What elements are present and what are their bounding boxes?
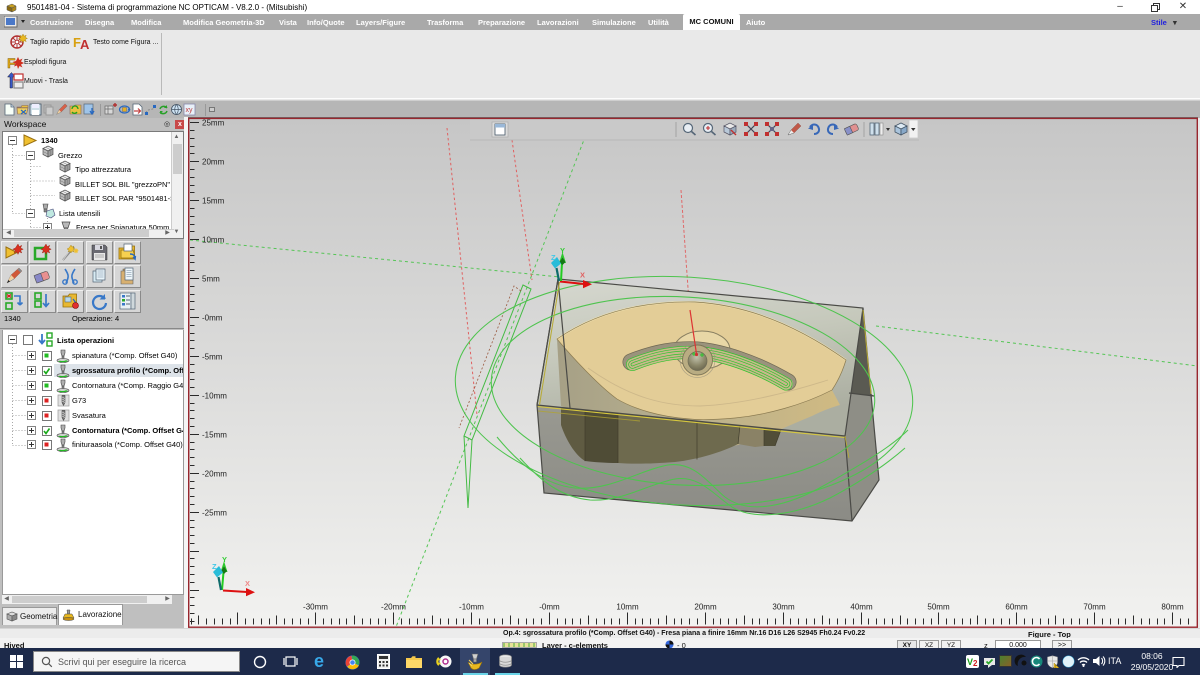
svg-text:Y: Y (560, 246, 565, 255)
svg-text:20mm: 20mm (694, 602, 717, 611)
svg-text:xy: xy (186, 107, 194, 114)
svg-text:X: X (245, 579, 250, 588)
svg-text:-20mm: -20mm (381, 602, 406, 611)
svg-text:30mm: 30mm (772, 602, 795, 611)
svg-text:A: A (80, 37, 90, 50)
svg-text:60mm: 60mm (1005, 602, 1028, 611)
svg-text:25mm: 25mm (202, 118, 225, 127)
svg-text:10mm: 10mm (616, 602, 639, 611)
svg-text:15mm: 15mm (202, 196, 225, 205)
svg-text:!: ! (1055, 664, 1056, 668)
svg-text:10mm: 10mm (202, 235, 225, 244)
svg-text:Z: Z (551, 253, 556, 262)
svg-text:-10mm: -10mm (202, 391, 227, 400)
svg-text:-0mm: -0mm (202, 313, 223, 322)
svg-text:-30mm: -30mm (303, 602, 328, 611)
svg-text:20mm: 20mm (202, 157, 225, 166)
svg-text:-15mm: -15mm (202, 430, 227, 439)
svg-text:80mm: 80mm (1161, 602, 1184, 611)
svg-text:-10mm: -10mm (459, 602, 484, 611)
svg-text:-5mm: -5mm (202, 352, 223, 361)
svg-text:70mm: 70mm (1083, 602, 1106, 611)
svg-text:-20mm: -20mm (202, 469, 227, 478)
svg-text:2: 2 (973, 659, 978, 668)
svg-text:Y: Y (222, 555, 227, 564)
svg-text:50mm: 50mm (927, 602, 950, 611)
svg-text:5mm: 5mm (202, 274, 220, 283)
svg-text:-25mm: -25mm (202, 508, 227, 517)
svg-text:X: X (580, 270, 585, 279)
svg-text:Z: Z (212, 562, 217, 571)
svg-text:-0mm: -0mm (539, 602, 560, 611)
svg-text:40mm: 40mm (850, 602, 873, 611)
